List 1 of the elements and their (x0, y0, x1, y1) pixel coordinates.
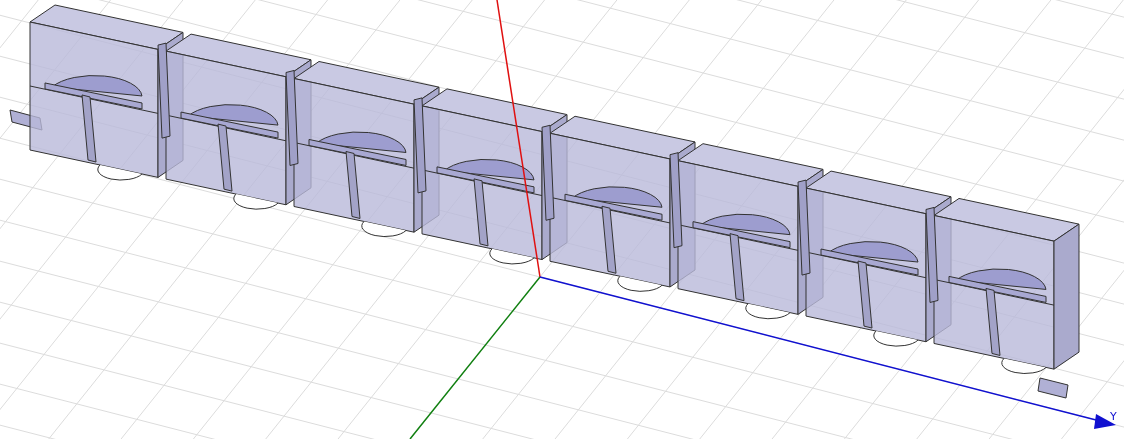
axis-label: Y (1110, 410, 1117, 423)
